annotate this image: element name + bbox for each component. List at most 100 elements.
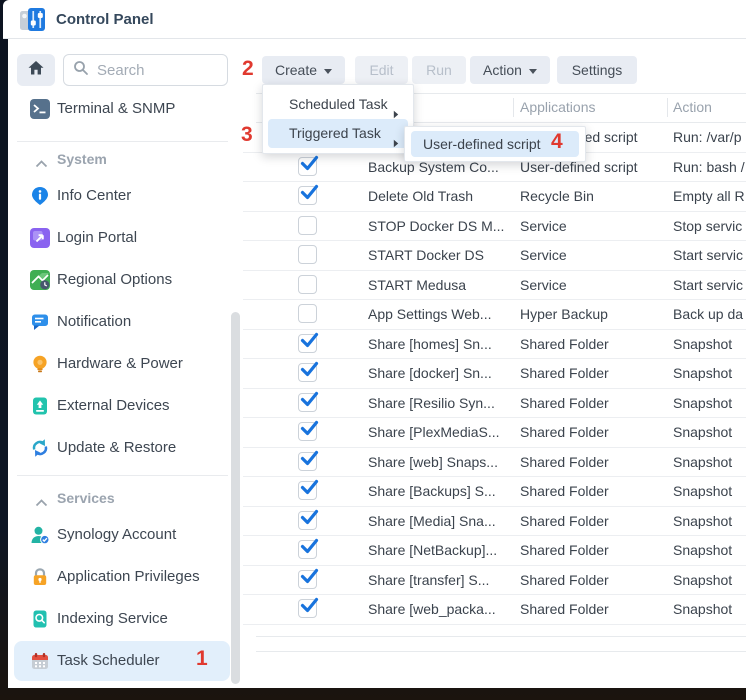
table-row[interactable]: Share [Resilio Syn...Shared FolderSnapsh… <box>243 389 746 419</box>
row-checkbox-checked[interactable] <box>298 540 317 559</box>
row-checkbox[interactable] <box>298 216 317 235</box>
column-header-applications[interactable]: Applications <box>520 93 596 122</box>
row-checkbox[interactable] <box>298 304 317 323</box>
cell-application: Service <box>520 271 567 299</box>
table-row[interactable]: Share [web_packa...Shared FolderSnapshot <box>243 595 746 625</box>
action-button[interactable]: Action <box>470 56 550 84</box>
search-box[interactable] <box>63 54 228 86</box>
cell-action: Snapshot <box>673 566 732 594</box>
row-checkbox-checked[interactable] <box>298 599 317 618</box>
menu-item-scheduled-task[interactable]: Scheduled Task <box>268 90 408 119</box>
caret-down-icon <box>529 69 537 74</box>
table-row[interactable]: Share [PlexMediaS...Shared FolderSnapsho… <box>243 418 746 448</box>
table-row[interactable]: START Docker DSServiceStart servic <box>243 241 746 271</box>
cell-name: Share [transfer] S... <box>368 566 489 594</box>
cell-action: Start servic <box>673 271 743 299</box>
row-checkbox-checked[interactable] <box>298 570 317 589</box>
create-button[interactable]: Create <box>262 56 345 84</box>
sidebar-item-hardware-power[interactable]: Hardware & Power <box>8 347 243 381</box>
sidebar-section-services[interactable]: Services <box>8 481 243 515</box>
edit-button[interactable]: Edit <box>355 56 408 84</box>
table-row[interactable]: Share [transfer] S...Shared FolderSnapsh… <box>243 566 746 596</box>
row-checkbox-checked[interactable] <box>298 186 317 205</box>
table-row[interactable]: START Medusa Service Start servic <box>243 271 746 301</box>
sidebar-item-regional-options[interactable]: Regional Options <box>8 263 243 297</box>
row-checkbox-checked[interactable] <box>298 481 317 500</box>
sidebar-item-label: External Devices <box>57 389 170 423</box>
table-row[interactable]: Share [NetBackup]...Shared FolderSnapsho… <box>243 536 746 566</box>
table-row[interactable]: App Settings Web...Hyper BackupBack up d… <box>243 300 746 330</box>
window-title: Control Panel <box>56 0 154 39</box>
sidebar-item-label: Update & Restore <box>57 431 176 465</box>
task-table: User-defined scriptRun: /var/pBackup Sys… <box>243 123 746 625</box>
caret-down-icon <box>324 69 332 74</box>
info-center-icon <box>30 186 50 206</box>
cell-application: Hyper Backup <box>520 300 608 328</box>
create-button-label: Create <box>275 62 317 78</box>
cell-name: Share [web_packa... <box>368 595 496 623</box>
login-portal-icon <box>30 228 50 248</box>
row-checkbox-checked[interactable] <box>298 452 317 471</box>
menu-item-label: Scheduled Task <box>289 96 388 112</box>
table-row[interactable]: Delete Old TrashRecycle BinEmpty all R <box>243 182 746 212</box>
cell-action: Snapshot <box>673 330 732 358</box>
cell-name: START Medusa <box>368 271 466 299</box>
sidebar-item-terminal-snmp[interactable]: Terminal & SNMP <box>8 92 243 126</box>
search-input[interactable] <box>97 62 218 79</box>
run-button[interactable]: Run <box>412 56 466 84</box>
sidebar-item-label: Notification <box>57 305 131 339</box>
sidebar-item-info-center[interactable]: Info Center <box>8 179 243 213</box>
cell-action: Stop servic <box>673 212 742 240</box>
table-row[interactable]: STOP Docker DS M...ServiceStop servic <box>243 212 746 242</box>
sidebar-item-external-devices[interactable]: External Devices <box>8 389 243 423</box>
row-checkbox-checked[interactable] <box>298 363 317 382</box>
home-button[interactable] <box>17 54 55 86</box>
sidebar-item-login-portal[interactable]: Login Portal <box>8 221 243 255</box>
row-checkbox-checked[interactable] <box>298 393 317 412</box>
sidebar-item-application-privileges[interactable]: Application Privileges <box>8 560 243 594</box>
sidebar-section-system[interactable]: System <box>8 142 243 176</box>
annotation-step-4: 4 <box>551 130 563 154</box>
menu-item-label: Triggered Task <box>289 125 381 141</box>
cell-application: Shared Folder <box>520 389 609 417</box>
table-row[interactable]: Share [homes] Sn...Shared FolderSnapshot <box>243 330 746 360</box>
settings-button[interactable]: Settings <box>557 56 637 84</box>
column-separator <box>513 98 514 117</box>
action-button-label: Action <box>483 62 522 78</box>
cell-name: Share [homes] Sn... <box>368 330 492 358</box>
indexing-service-icon <box>30 609 50 629</box>
cell-action: Snapshot <box>673 359 732 387</box>
search-icon <box>73 60 89 81</box>
cell-action: Start servic <box>673 241 743 269</box>
chevron-up-icon <box>35 494 48 512</box>
row-checkbox-checked[interactable] <box>298 157 317 176</box>
sidebar-item-notification[interactable]: Notification <box>8 305 243 339</box>
column-header-action[interactable]: Action <box>673 93 712 122</box>
sidebar-divider <box>17 475 228 476</box>
cell-action: Snapshot <box>673 477 732 505</box>
terminal-snmp-icon <box>30 99 50 119</box>
sidebar-item-indexing-service[interactable]: Indexing Service <box>8 602 243 636</box>
create-dropdown-menu: Scheduled Task Triggered Task <box>262 84 414 154</box>
row-checkbox-checked[interactable] <box>298 511 317 530</box>
sidebar-item-label: Task Scheduler <box>57 644 160 678</box>
sidebar-scrollbar[interactable] <box>231 312 240 684</box>
row-checkbox-checked[interactable] <box>298 334 317 353</box>
cell-action: Snapshot <box>673 536 732 564</box>
sidebar-item-label: Synology Account <box>57 518 176 552</box>
sidebar-item-synology-account[interactable]: Synology Account <box>8 518 243 552</box>
settings-button-label: Settings <box>572 62 623 78</box>
table-row[interactable]: Share [web] Snaps...Shared FolderSnapsho… <box>243 448 746 478</box>
sidebar-item-label: Hardware & Power <box>57 347 183 381</box>
row-checkbox[interactable] <box>298 275 317 294</box>
table-row[interactable]: Share [Media] Sna...Shared FolderSnapsho… <box>243 507 746 537</box>
sidebar-item-label: Login Portal <box>57 221 137 255</box>
row-checkbox-checked[interactable] <box>298 422 317 441</box>
row-checkbox[interactable] <box>298 245 317 264</box>
table-row[interactable]: Share [docker] Sn...Shared FolderSnapsho… <box>243 359 746 389</box>
cell-application: Shared Folder <box>520 448 609 476</box>
edit-button-label: Edit <box>369 62 393 78</box>
menu-item-triggered-task[interactable]: Triggered Task <box>268 119 408 148</box>
sidebar-item-update-restore[interactable]: Update & Restore <box>8 431 243 465</box>
table-row[interactable]: Share [Backups] S...Shared FolderSnapsho… <box>243 477 746 507</box>
